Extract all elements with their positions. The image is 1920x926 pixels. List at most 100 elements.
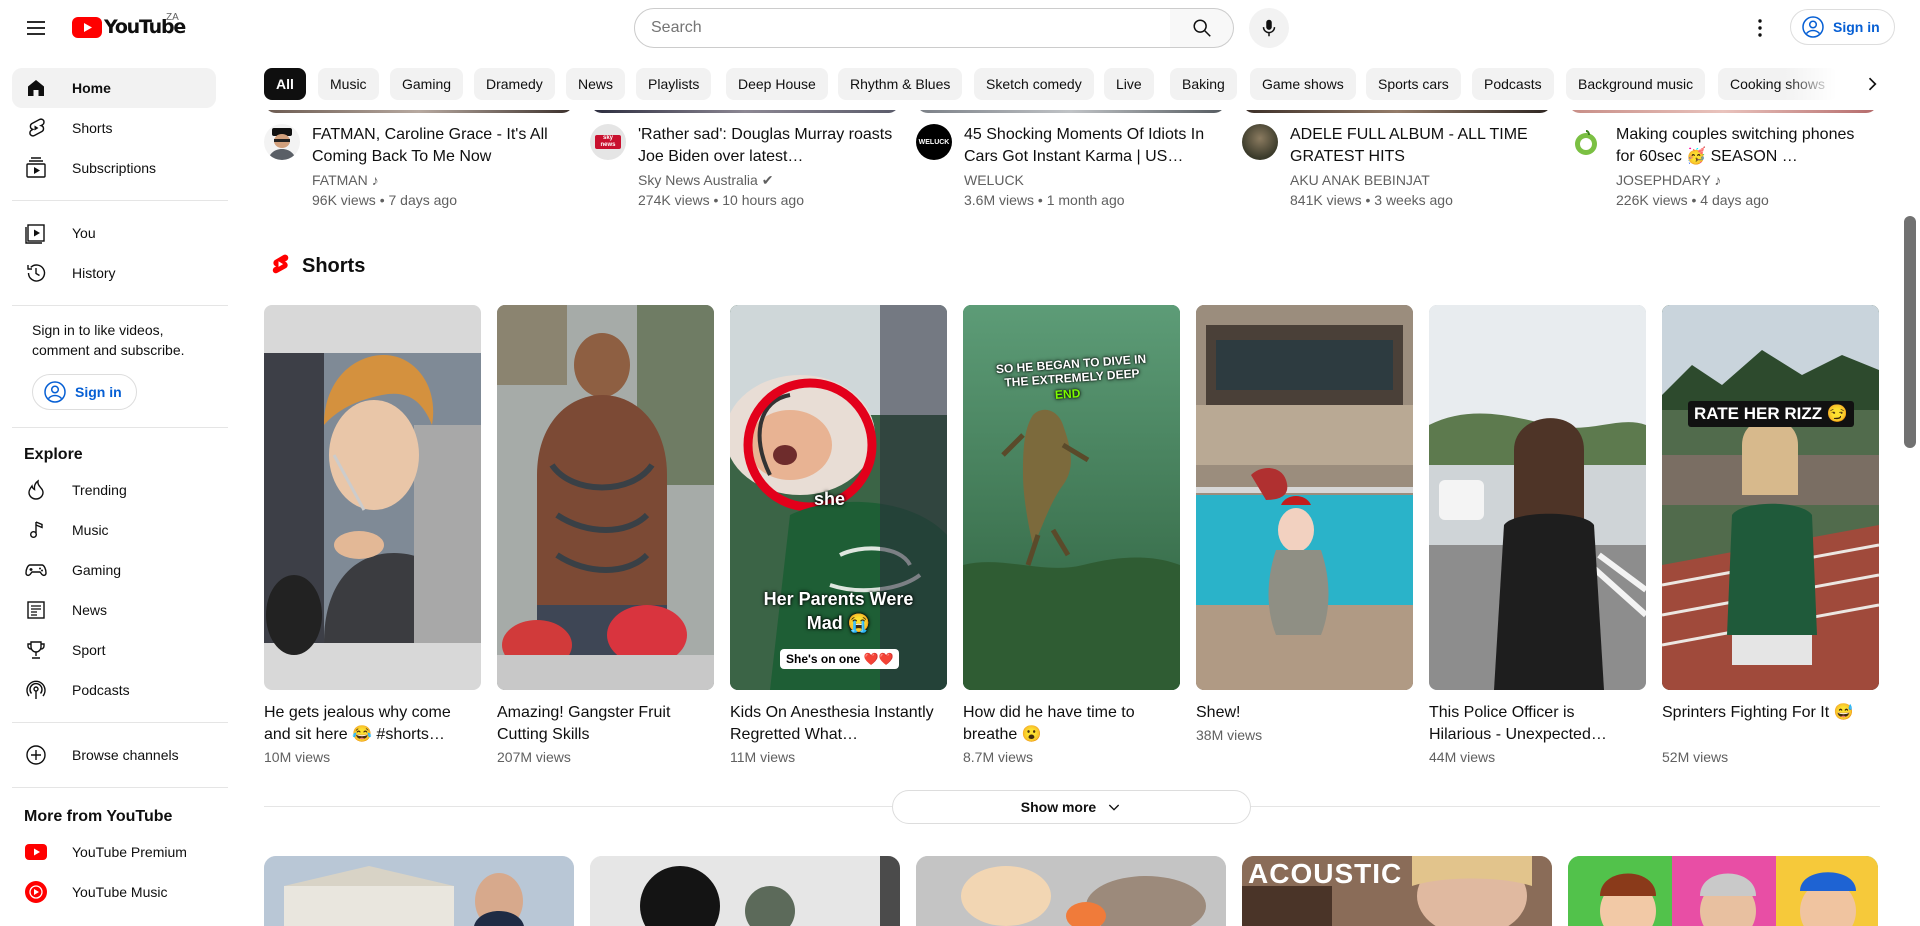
sidebar-item-home[interactable]: Home <box>12 68 216 108</box>
sidebar-item-label: You <box>72 225 96 241</box>
add-circle-icon <box>24 743 48 767</box>
sidebar-item-news[interactable]: News <box>12 590 216 630</box>
chip-dramedy[interactable]: Dramedy <box>474 68 555 100</box>
channel-avatar[interactable] <box>1568 124 1604 160</box>
short-thumbnail[interactable]: she Her Parents Were Mad 😭 She's on one … <box>730 305 947 690</box>
sidebar-item-sport[interactable]: Sport <box>12 630 216 670</box>
short-thumbnail[interactable] <box>1429 305 1646 690</box>
channel-avatar[interactable]: sky news <box>590 124 626 160</box>
channel-name[interactable]: JOSEPHDARY ♪ <box>1616 172 1721 188</box>
chip-deep-house[interactable]: Deep House <box>726 68 828 100</box>
short-thumbnail[interactable] <box>497 305 714 690</box>
short-thumbnail[interactable] <box>1196 305 1413 690</box>
sidebar-item-you[interactable]: You <box>12 213 216 253</box>
video-title[interactable]: 'Rather sad': Douglas Murray roasts Joe … <box>638 124 898 168</box>
sign-in-button[interactable]: Sign in <box>1790 9 1895 45</box>
sidebar: Home Shorts Subscriptions You History Si… <box>0 56 228 919</box>
sidebar-item-label: Music <box>72 522 109 538</box>
you-icon <box>24 221 48 245</box>
chip-baking[interactable]: Baking <box>1170 68 1237 100</box>
show-more-button[interactable]: Show more <box>892 790 1251 824</box>
channel-name[interactable]: FATMAN ♪ <box>312 172 379 188</box>
short-overlay-text: she <box>814 489 846 509</box>
news-icon <box>24 598 48 622</box>
guide-menu-button[interactable] <box>16 8 56 48</box>
page-scrollbar[interactable] <box>1904 216 1916 448</box>
chip-podcasts[interactable]: Podcasts <box>1472 68 1554 100</box>
video-thumbnail[interactable] <box>264 856 574 926</box>
short-title[interactable]: He gets jealous why come and sit here 😂 … <box>264 702 474 746</box>
video-thumbnail[interactable] <box>1568 856 1878 926</box>
sidebar-item-trending[interactable]: Trending <box>12 470 216 510</box>
short-title[interactable]: This Police Officer is Hilarious - Unexp… <box>1429 702 1639 746</box>
chip-playlists[interactable]: Playlists <box>636 68 712 100</box>
sidebar-item-shorts[interactable]: Shorts <box>12 108 216 148</box>
chip-news[interactable]: News <box>566 68 626 100</box>
shorts-heading: Shorts <box>302 254 366 277</box>
sidebar-item-music[interactable]: Music <box>12 510 216 550</box>
sidebar-item-label: Home <box>72 80 111 96</box>
channel-name[interactable]: AKU ANAK BEBINJAT <box>1290 172 1430 188</box>
video-card[interactable]: FATMAN, Caroline Grace - It's All Coming… <box>264 124 574 214</box>
search-box <box>634 8 1171 48</box>
sidebar-item-youtube-music[interactable]: YouTube Music <box>12 872 216 912</box>
chevron-down-icon <box>1109 804 1120 811</box>
short-overlay-text: Her Parents Were Mad 😭 <box>763 589 914 633</box>
video-thumbnail[interactable] <box>590 856 900 926</box>
channel-name[interactable]: Sky News Australia ✔ <box>638 172 773 189</box>
chip-all[interactable]: All <box>264 68 306 100</box>
explore-heading: Explore <box>24 446 83 463</box>
chip-sketch-comedy[interactable]: Sketch comedy <box>974 68 1094 100</box>
account-icon <box>44 381 66 403</box>
channel-avatar[interactable]: WELUCK <box>916 124 952 160</box>
sidebar-item-history[interactable]: History <box>12 253 216 293</box>
sidebar-item-youtube-premium[interactable]: YouTube Premium <box>12 832 216 872</box>
sidebar-item-label: Podcasts <box>72 682 130 698</box>
video-title[interactable]: 45 Shocking Moments Of Idiots In Cars Go… <box>964 124 1224 168</box>
search-button[interactable] <box>1170 8 1234 48</box>
search-input[interactable] <box>651 19 1170 37</box>
chip-game-shows[interactable]: Game shows <box>1250 68 1356 100</box>
chip-music[interactable]: Music <box>318 68 379 100</box>
video-card[interactable]: WELUCK 45 Shocking Moments Of Idiots In … <box>916 124 1226 214</box>
video-card[interactable]: ADELE FULL ALBUM - ALL TIME GRATEST HITS… <box>1242 124 1552 214</box>
sidebar-item-label: News <box>72 602 108 618</box>
chip-scroll-next-button[interactable] <box>1856 68 1888 100</box>
short-thumbnail[interactable]: SO HE BEGAN TO DIVE IN THE EXTREMELY DEE… <box>963 305 1180 690</box>
sidebar-item-gaming[interactable]: Gaming <box>12 550 216 590</box>
short-title[interactable]: How did he have time to breathe 😮 <box>963 702 1173 746</box>
youtube-logo[interactable]: YouTube ZA <box>72 12 186 38</box>
channel-avatar[interactable] <box>264 124 300 160</box>
settings-more-button[interactable] <box>1740 8 1780 48</box>
sidebar-sign-in-button[interactable]: Sign in <box>32 374 137 410</box>
short-thumbnail[interactable]: RATE HER RIZZ 😏 <box>1662 305 1879 690</box>
short-title[interactable]: Sprinters Fighting For It 😅 <box>1662 702 1872 724</box>
short-thumbnail[interactable] <box>264 305 481 690</box>
voice-search-button[interactable] <box>1249 8 1289 48</box>
chip-sports-cars[interactable]: Sports cars <box>1366 68 1461 100</box>
short-title[interactable]: Kids On Anesthesia Instantly Regretted W… <box>730 702 940 746</box>
chip-live[interactable]: Live <box>1104 68 1154 100</box>
video-card[interactable]: Making couples switching phones for 60se… <box>1568 124 1878 214</box>
video-title[interactable]: Making couples switching phones for 60se… <box>1616 124 1876 168</box>
sidebar-item-subscriptions[interactable]: Subscriptions <box>12 148 216 188</box>
video-thumbnail[interactable] <box>916 856 1226 926</box>
video-thumbnail[interactable]: ACOUSTIC <box>1242 856 1552 926</box>
sidebar-item-label: Shorts <box>72 120 113 136</box>
chip-gaming[interactable]: Gaming <box>390 68 464 100</box>
video-metadata: 841K views • 3 weeks ago <box>1290 192 1453 208</box>
channel-avatar[interactable] <box>1242 124 1278 160</box>
sidebar-item-podcasts[interactable]: Podcasts <box>12 670 216 710</box>
video-card[interactable]: sky news 'Rather sad': Douglas Murray ro… <box>590 124 900 214</box>
video-metadata: 226K views • 4 days ago <box>1616 192 1769 208</box>
video-title[interactable]: FATMAN, Caroline Grace - It's All Coming… <box>312 124 572 168</box>
short-title[interactable]: Amazing! Gangster Fruit Cutting Skills <box>497 702 707 746</box>
youtube-premium-icon <box>24 840 48 864</box>
video-title[interactable]: ADELE FULL ALBUM - ALL TIME GRATEST HITS <box>1290 124 1550 168</box>
sidebar-item-label: YouTube Music <box>72 884 168 900</box>
chip-background-music[interactable]: Background music <box>1566 68 1706 100</box>
channel-name[interactable]: WELUCK <box>964 172 1024 188</box>
chip-rhythm-blues[interactable]: Rhythm & Blues <box>838 68 963 100</box>
short-title[interactable]: Shew! <box>1196 702 1406 724</box>
sidebar-item-browse-channels[interactable]: Browse channels <box>12 735 216 775</box>
